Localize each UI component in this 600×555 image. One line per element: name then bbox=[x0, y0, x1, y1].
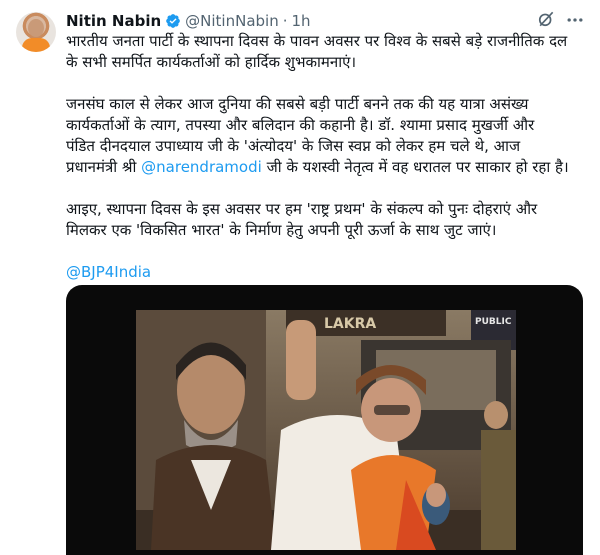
separator-dot: · bbox=[282, 12, 288, 30]
author-handle[interactable]: @NitinNabin bbox=[185, 12, 279, 30]
more-icon[interactable] bbox=[565, 10, 585, 30]
tweet-paragraph-3: आइए, स्थापना दिवस के इस अवसर पर हम 'राष्… bbox=[66, 200, 538, 239]
avatar[interactable] bbox=[16, 12, 56, 52]
tweet: Nitin Nabin @NitinNabin · 1h भारतीय जनता… bbox=[0, 0, 600, 555]
tweet-paragraph-2: जनसंघ काल से लेकर आज दुनिया की सबसे बड़ी… bbox=[66, 94, 586, 178]
sign-public: PUBLIC bbox=[475, 317, 512, 327]
grok-icon[interactable] bbox=[536, 9, 556, 29]
avatar-face bbox=[28, 19, 44, 37]
author-name[interactable]: Nitin Nabin bbox=[66, 12, 161, 30]
video-player[interactable]: LAKRA PUBLIC bbox=[66, 285, 583, 555]
timestamp[interactable]: 1h bbox=[292, 12, 311, 30]
tweet-text: भारतीय जनता पार्टी के स्थापना दिवस के पा… bbox=[66, 31, 586, 283]
avatar-shirt bbox=[22, 38, 50, 52]
video-frame: LAKRA PUBLIC bbox=[136, 310, 516, 550]
tweet-header: Nitin Nabin @NitinNabin · 1h bbox=[66, 11, 311, 31]
tweet-paragraph-1: भारतीय जनता पार्टी के स्थापना दिवस के पा… bbox=[66, 32, 568, 71]
tweet-paragraph-4: @BJP4India bbox=[66, 262, 586, 283]
mention-narendramodi[interactable]: @narendramodi bbox=[141, 158, 262, 176]
tweet-text-segment: जी के यशस्वी नेतृत्व में वह धरातल पर साक… bbox=[261, 158, 569, 176]
mention-bjp4india[interactable]: @BJP4India bbox=[66, 263, 151, 281]
sign-lakra: LAKRA bbox=[324, 316, 376, 332]
verified-badge-icon bbox=[166, 14, 180, 28]
